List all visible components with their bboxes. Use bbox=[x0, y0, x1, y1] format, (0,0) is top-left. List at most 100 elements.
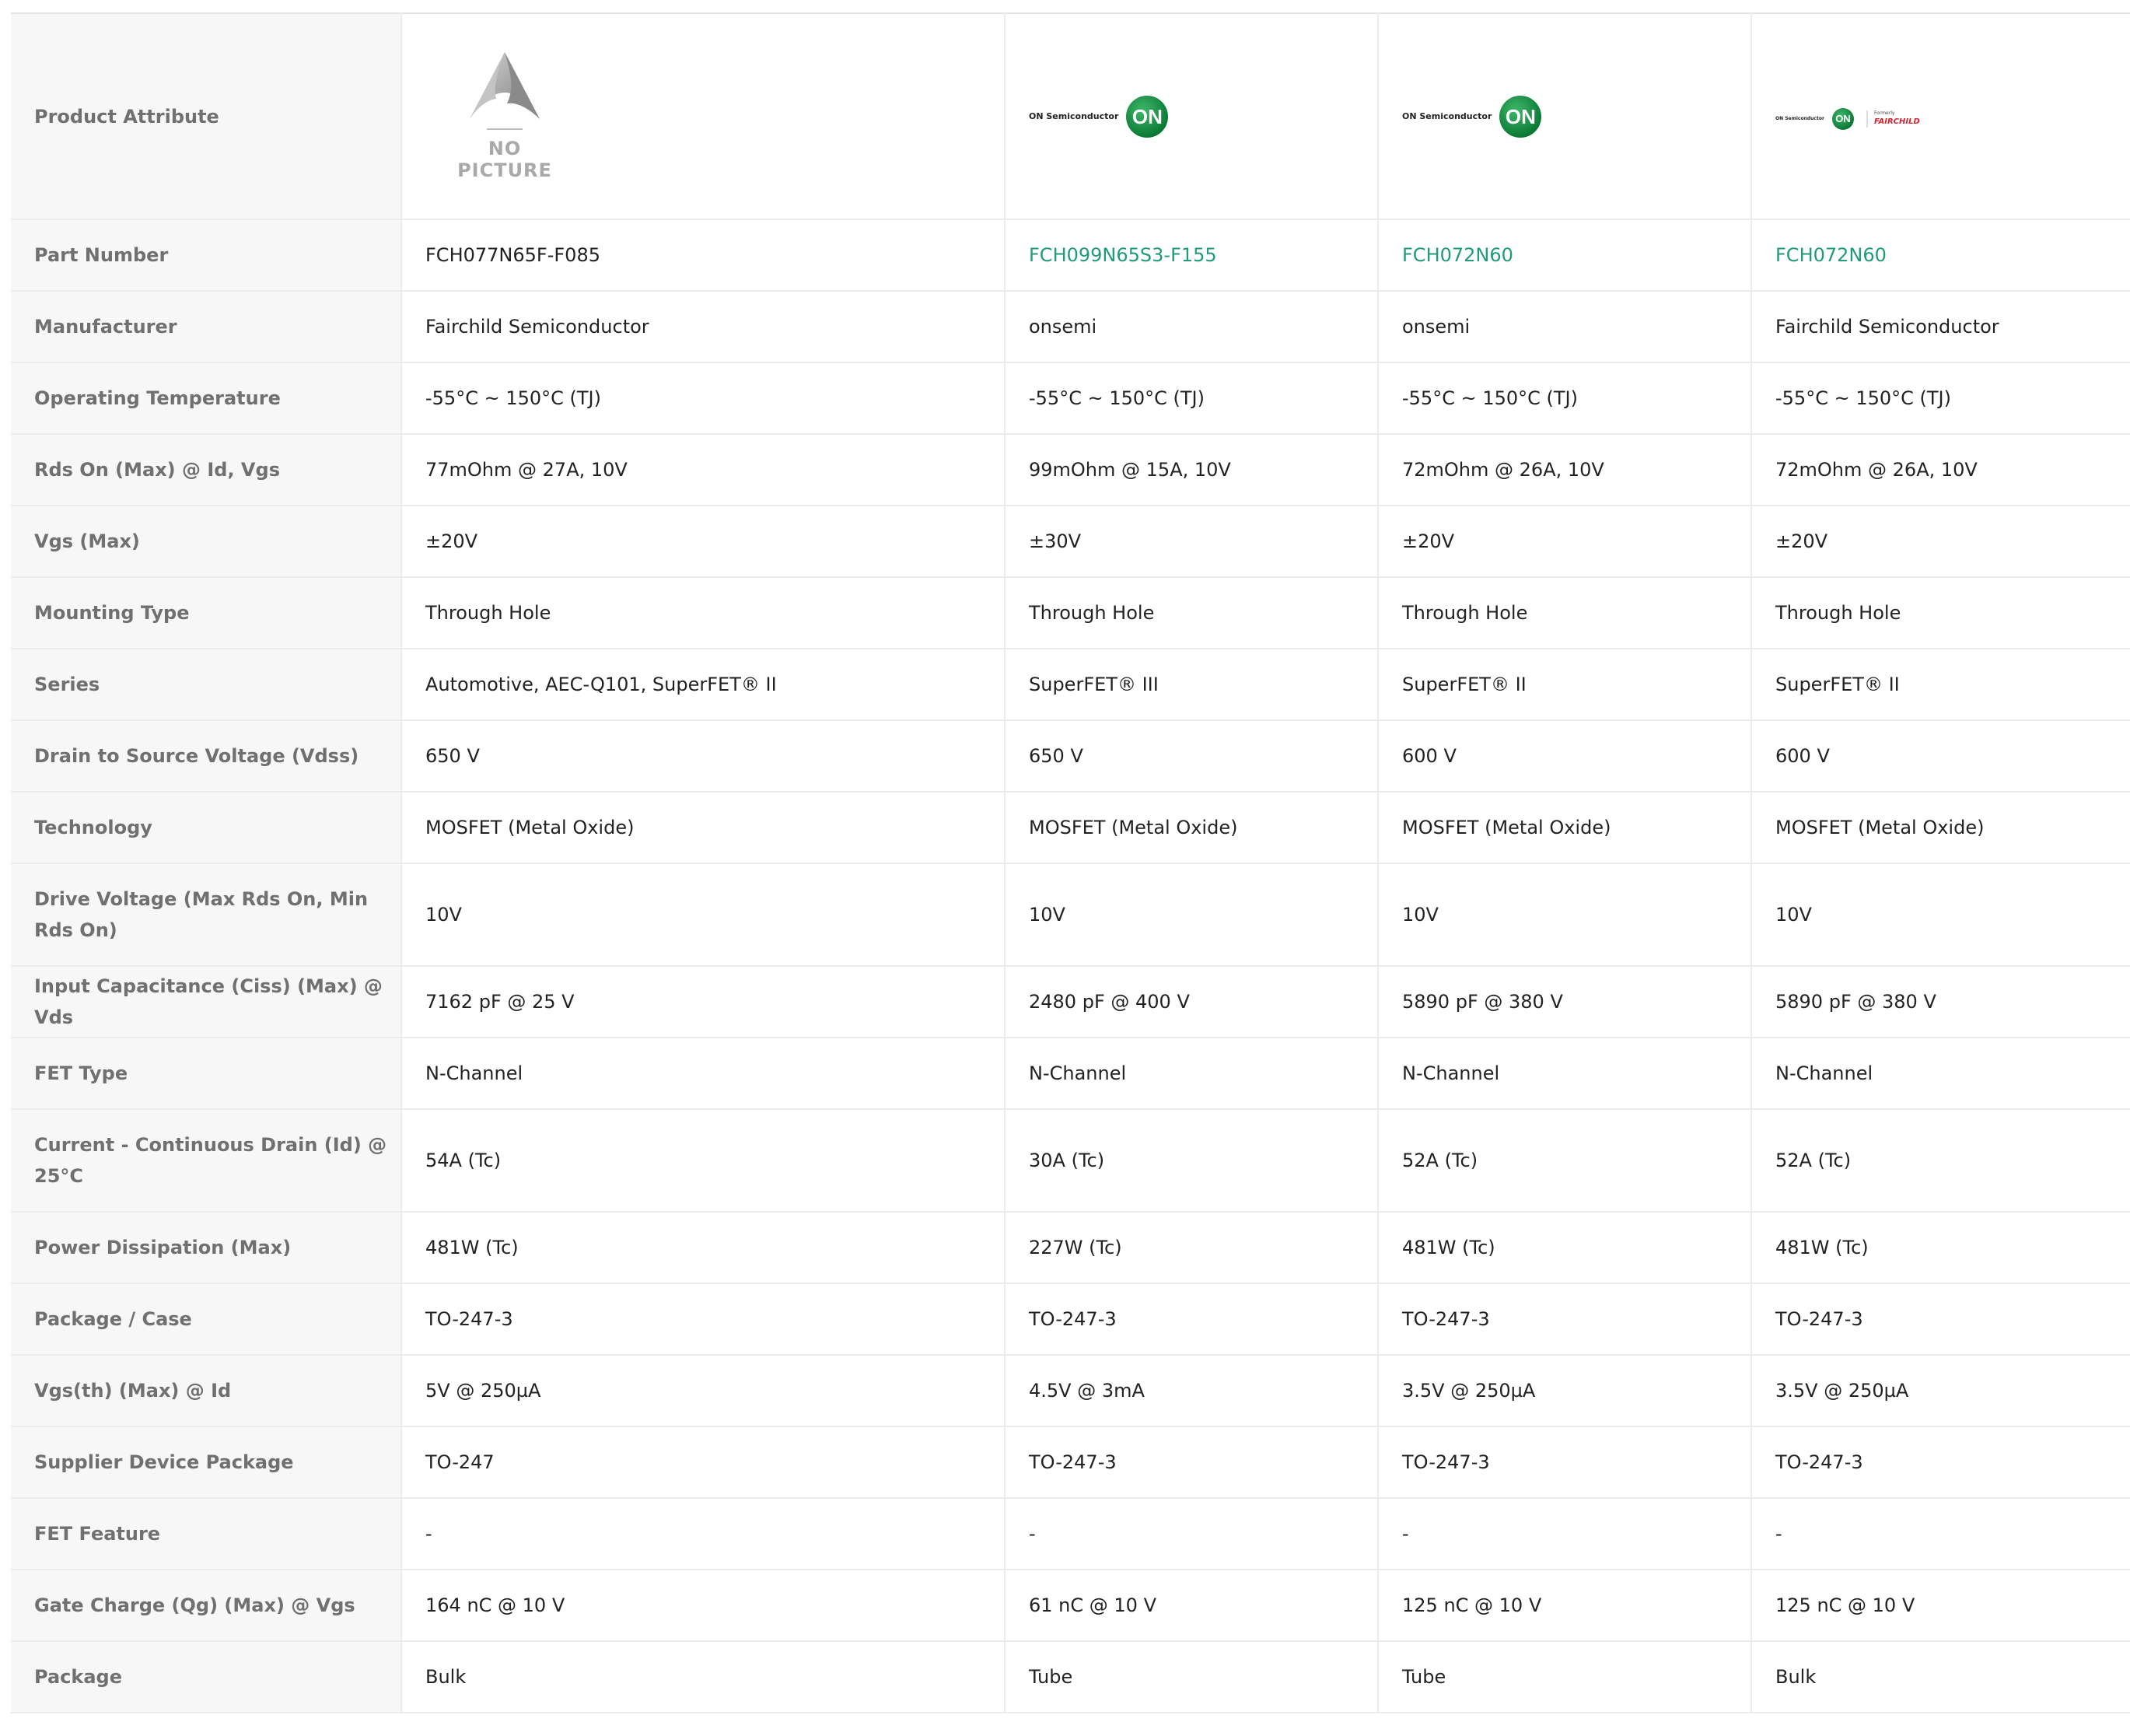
attribute-value: -55°C ~ 150°C (TJ) bbox=[1378, 362, 1752, 435]
attribute-value: ±20V bbox=[401, 506, 1006, 578]
onsemi-logo-word: ON Semiconductor bbox=[1029, 110, 1119, 121]
attribute-value: -55°C ~ 150°C (TJ) bbox=[1005, 362, 1379, 435]
attribute-value: 10V bbox=[1005, 863, 1379, 967]
attribute-value: - bbox=[401, 1498, 1006, 1570]
attribute-value: Bulk bbox=[1751, 1641, 2130, 1713]
table-row: Part Number FCH077N65F-F085 FCH099N65S3-F1… bbox=[11, 219, 2130, 292]
table-row: FET Feature - - - - bbox=[11, 1498, 2130, 1570]
attribute-label: Operating Temperature bbox=[11, 362, 402, 435]
attribute-value: 7162 pF @ 25 V bbox=[401, 966, 1006, 1038]
product-image-cell-3: ON Semiconductor ON bbox=[1378, 13, 1752, 220]
table-row: Vgs(th) (Max) @ Id 5V @ 250µA 4.5V @ 3mA 3.… bbox=[11, 1355, 2130, 1427]
attribute-value: ±30V bbox=[1005, 506, 1379, 578]
attribute-value: 125 nC @ 10 V bbox=[1751, 1570, 2130, 1642]
table-row: Vgs (Max) ±20V ±30V ±20V ±20V bbox=[11, 506, 2130, 578]
attribute-value: 61 nC @ 10 V bbox=[1005, 1570, 1379, 1642]
part-number-link[interactable]: FCH099N65S3-F155 bbox=[1029, 244, 1217, 266]
attribute-value: onsemi bbox=[1378, 291, 1752, 363]
attribute-label: Technology bbox=[11, 792, 402, 864]
attribute-label: Series bbox=[11, 649, 402, 721]
fairchild-logo: Formerly FAIRCHILD bbox=[1866, 110, 1920, 128]
onsemi-logo: ON Semiconductor ON bbox=[1402, 95, 1542, 138]
attribute-value: 52A (Tc) bbox=[1751, 1109, 2130, 1213]
attribute-label: Power Dissipation (Max) bbox=[11, 1212, 402, 1284]
attribute-value: - bbox=[1378, 1498, 1752, 1570]
attribute-value: MOSFET (Metal Oxide) bbox=[1378, 792, 1752, 864]
attribute-value: 72mOhm @ 26A, 10V bbox=[1378, 434, 1752, 506]
attribute-value: N-Channel bbox=[1378, 1038, 1752, 1110]
attribute-label: Drive Voltage (Max Rds On, Min Rds On) bbox=[11, 863, 402, 967]
no-picture-text: NO PICTURE bbox=[457, 137, 552, 181]
onsemi-logo-word: ON Semiconductor bbox=[1775, 116, 1824, 121]
table-row: Manufacturer Fairchild Semiconductor onsem… bbox=[11, 291, 2130, 363]
table-row: Mounting Type Through Hole Through Hole Thr… bbox=[11, 577, 2130, 649]
attribute-value: TO-247-3 bbox=[1378, 1283, 1752, 1356]
attribute-value: TO-247-3 bbox=[1751, 1283, 2130, 1356]
attribute-value: Through Hole bbox=[1751, 577, 2130, 649]
part-number-cell: FCH072N60 bbox=[1751, 219, 2130, 292]
formerly-label: Formerly bbox=[1873, 110, 1895, 116]
attribute-value: N-Channel bbox=[1005, 1038, 1379, 1110]
attribute-value: 2480 pF @ 400 V bbox=[1005, 966, 1379, 1038]
attribute-value: SuperFET® II bbox=[1751, 649, 2130, 721]
attribute-value: TO-247-3 bbox=[1378, 1426, 1752, 1499]
attribute-label: Vgs (Max) bbox=[11, 506, 402, 578]
table-row: Input Capacitance (Ciss) (Max) @ Vds 7162… bbox=[11, 966, 2130, 1038]
attribute-value: FCH077N65F-F085 bbox=[401, 219, 1006, 292]
onsemi-logo-mark: ON bbox=[1831, 108, 1854, 130]
attribute-value: 650 V bbox=[401, 720, 1006, 793]
attribute-value: 481W (Tc) bbox=[1751, 1212, 2130, 1284]
attribute-value: 600 V bbox=[1751, 720, 2130, 793]
attribute-label: Input Capacitance (Ciss) (Max) @ Vds bbox=[11, 966, 402, 1038]
attribute-value: Through Hole bbox=[1005, 577, 1379, 649]
table-row: Drive Voltage (Max Rds On, Min Rds On) 10… bbox=[11, 863, 2130, 967]
part-number-cell: FCH072N60 bbox=[1378, 219, 1752, 292]
attribute-value: 5890 pF @ 380 V bbox=[1751, 966, 2130, 1038]
attribute-value: onsemi bbox=[1005, 291, 1379, 363]
attribute-value: 125 nC @ 10 V bbox=[1378, 1570, 1752, 1642]
part-number-link[interactable]: FCH072N60 bbox=[1775, 244, 1887, 266]
attribute-rows: Part Number FCH077N65F-F085 FCH099N65S3-F1… bbox=[11, 219, 2130, 1713]
attribute-label: Package / Case bbox=[11, 1283, 402, 1356]
attribute-label: Part Number bbox=[11, 219, 402, 292]
attribute-label: FET Feature bbox=[11, 1498, 402, 1570]
attribute-label: Manufacturer bbox=[11, 291, 402, 363]
attribute-value: Tube bbox=[1005, 1641, 1379, 1713]
attribute-value: ±20V bbox=[1751, 506, 2130, 578]
attribute-label: FET Type bbox=[11, 1038, 402, 1110]
table-row: Supplier Device Package TO-247 TO-247-3 TO-… bbox=[11, 1426, 2130, 1499]
onsemi-logo: ON Semiconductor ON bbox=[1029, 95, 1169, 138]
attribute-value: 3.5V @ 250µA bbox=[1751, 1355, 2130, 1427]
table-row: Series Automotive, AEC-Q101, SuperFET® II… bbox=[11, 649, 2130, 721]
attribute-label: Package bbox=[11, 1641, 402, 1713]
attribute-value: 5V @ 250µA bbox=[401, 1355, 1006, 1427]
attribute-value: MOSFET (Metal Oxide) bbox=[1751, 792, 2130, 864]
attribute-value: 54A (Tc) bbox=[401, 1109, 1006, 1213]
attribute-label: Drain to Source Voltage (Vdss) bbox=[11, 720, 402, 793]
part-number-link[interactable]: FCH072N60 bbox=[1402, 244, 1513, 266]
attribute-value: 10V bbox=[1378, 863, 1752, 967]
attribute-value: Bulk bbox=[401, 1641, 1006, 1713]
onsemi-logo-word: ON Semiconductor bbox=[1402, 110, 1492, 121]
table-row: Package / Case TO-247-3 TO-247-3 TO-247-3 TO… bbox=[11, 1283, 2130, 1356]
product-image-cell-2: ON Semiconductor ON bbox=[1005, 13, 1379, 220]
attribute-label: Vgs(th) (Max) @ Id bbox=[11, 1355, 402, 1427]
attribute-value: TO-247-3 bbox=[1005, 1426, 1379, 1499]
product-image-cell-1: NO PICTURE bbox=[401, 13, 1006, 220]
no-picture-placeholder: NO PICTURE bbox=[442, 47, 567, 181]
attribute-value: Through Hole bbox=[401, 577, 1006, 649]
no-picture-icon bbox=[470, 51, 540, 119]
table-row: Current - Continuous Drain (Id) @ 25°C 54… bbox=[11, 1109, 2130, 1213]
attribute-value: 4.5V @ 3mA bbox=[1005, 1355, 1379, 1427]
attribute-value: - bbox=[1751, 1498, 2130, 1570]
onsemi-fairchild-logo: ON Semiconductor ON Formerly FAIRCHILD bbox=[1775, 103, 1920, 135]
attribute-value: 10V bbox=[401, 863, 1006, 967]
attribute-value: MOSFET (Metal Oxide) bbox=[401, 792, 1006, 864]
table-row: Gate Charge (Qg) (Max) @ Vgs 164 nC @ 10 … bbox=[11, 1570, 2130, 1642]
attribute-value: -55°C ~ 150°C (TJ) bbox=[401, 362, 1006, 435]
attribute-value: 600 V bbox=[1378, 720, 1752, 793]
table-row: Power Dissipation (Max) 481W (Tc) 227W (Tc… bbox=[11, 1212, 2130, 1284]
attribute-value: ±20V bbox=[1378, 506, 1752, 578]
attribute-value: Through Hole bbox=[1378, 577, 1752, 649]
attribute-header-label: Product Attribute bbox=[34, 105, 219, 128]
